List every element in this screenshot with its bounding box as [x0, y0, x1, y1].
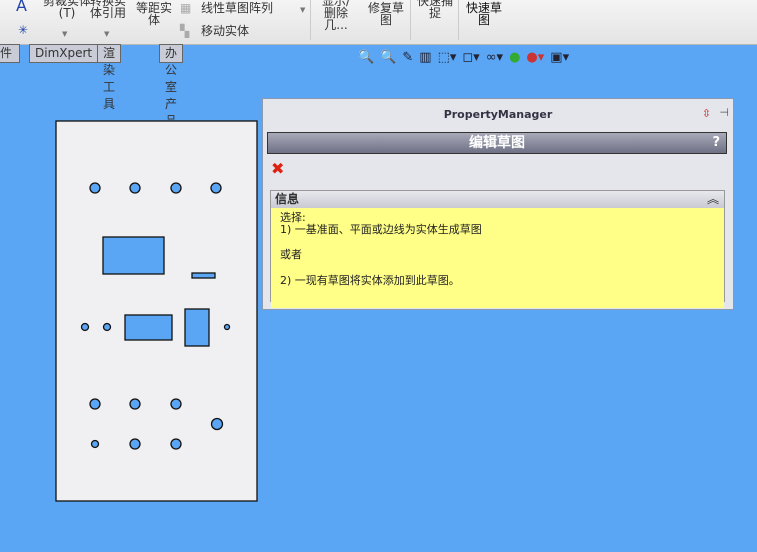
hole [129, 438, 141, 450]
info-line: 1) 一基准面、平面或边线为实体生成草图 [280, 223, 482, 236]
heading-text: 编辑草图 [469, 135, 525, 151]
slot-cutout [191, 272, 216, 279]
help-button[interactable]: ? [712, 133, 720, 153]
hole [170, 438, 182, 450]
hole [129, 398, 141, 410]
info-group-header[interactable]: 信息 ︽ [271, 191, 724, 208]
hole [170, 182, 182, 194]
hole [102, 322, 112, 332]
rect-cutout [184, 308, 210, 347]
hole [89, 398, 101, 410]
info-message: 选择: 1) 一基准面、平面或边线为实体生成草图 或者 2) 一现有草图将实体添… [271, 208, 724, 308]
hole [129, 182, 141, 194]
hole [210, 182, 222, 194]
hole [170, 398, 182, 410]
info-line: 2) 一现有草图将实体添加到此草图。 [280, 274, 460, 287]
pin-icon[interactable]: ⊣ [719, 106, 729, 119]
collapse-chevron-icon[interactable]: ︽ [707, 191, 719, 208]
plate-outline [55, 120, 258, 502]
hole [210, 417, 224, 431]
rect-cutout [102, 236, 165, 275]
feature-heading: 编辑草图 ? [267, 132, 727, 154]
info-line: 或者 [280, 248, 302, 261]
property-manager-title: PropertyManager [443, 108, 553, 121]
rect-cutout [124, 314, 173, 341]
info-title: 信息 [275, 192, 300, 206]
collapse-icon[interactable]: ⇳ [702, 107, 711, 120]
hole [80, 322, 90, 332]
hole [89, 182, 101, 194]
hole [223, 323, 231, 331]
cancel-button[interactable]: ✖ [271, 159, 284, 178]
info-group: 信息 ︽ 选择: 1) 一基准面、平面或边线为实体生成草图 或者 2) 一现有草… [270, 190, 725, 308]
property-manager: PropertyManager ⇳ ⊣ 编辑草图 ? ✖ 信息 ︽ 选择: 1)… [262, 98, 734, 310]
hole [90, 439, 100, 449]
